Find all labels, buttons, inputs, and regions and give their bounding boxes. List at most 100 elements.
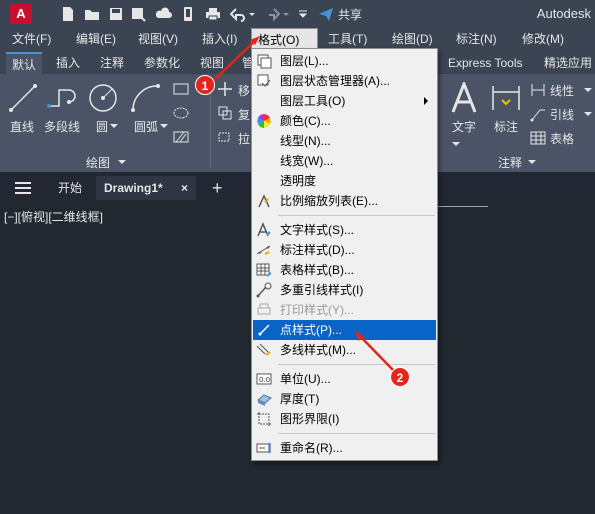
linear-dim-dropdown-icon[interactable] [584, 86, 592, 94]
text-dropdown-icon[interactable] [452, 140, 460, 148]
arc-dropdown-icon[interactable] [160, 122, 168, 130]
tab-annotate[interactable]: 注释 [94, 52, 130, 74]
file-tab-drawing1[interactable]: Drawing1* × [96, 176, 196, 200]
line-icon[interactable] [8, 82, 38, 114]
linear-dim-icon[interactable] [530, 82, 546, 98]
menu-insert[interactable]: 插入(I) [196, 28, 243, 50]
print-icon[interactable] [205, 6, 221, 22]
circle-tool-label[interactable]: 圆 [96, 118, 108, 135]
new-tab-button[interactable]: + [204, 176, 231, 200]
polyline-icon[interactable] [46, 82, 80, 114]
rename-icon [256, 443, 271, 453]
point-style-icon [258, 324, 270, 336]
customize-qa-icon[interactable] [298, 6, 308, 22]
menu-edit[interactable]: 编辑(E) [70, 28, 122, 50]
menu-item-lineweight[interactable]: 线宽(W)... [253, 151, 436, 171]
menu-separator [278, 215, 435, 216]
tab-insert[interactable]: 插入 [50, 52, 86, 74]
menu-item-plot-style[interactable]: 打印样式(Y)... [253, 300, 436, 320]
close-tab-icon[interactable]: × [181, 176, 188, 200]
menu-item-linetype[interactable]: 线型(N)... [253, 131, 436, 151]
circle-icon[interactable] [88, 82, 118, 114]
undo-dropdown-icon[interactable] [248, 6, 256, 22]
menu-item-layer-state[interactable]: 图层状态管理器(A)... [253, 71, 436, 91]
redo-dropdown-icon[interactable] [282, 6, 290, 22]
menu-item-table-style[interactable]: 表格样式(B)... [253, 260, 436, 280]
move-tool-label[interactable]: 移 [238, 82, 250, 99]
limits-icon [257, 412, 271, 426]
menu-hamburger-icon[interactable] [14, 181, 32, 195]
copy-icon[interactable] [218, 106, 232, 120]
menu-item-layer-tools[interactable]: 图层工具(O) [253, 91, 436, 111]
undo-icon[interactable] [230, 6, 246, 22]
menu-item-color[interactable]: 颜色(C)... [253, 111, 436, 131]
save-as-icon[interactable] [130, 6, 146, 22]
text-tool-icon[interactable] [450, 82, 478, 114]
menu-view[interactable]: 视图(V) [132, 28, 184, 50]
save-icon[interactable] [108, 6, 124, 22]
color-wheel-icon [257, 114, 271, 128]
polyline-tool-label[interactable]: 多段线 [44, 118, 80, 135]
arc-icon[interactable] [130, 82, 162, 114]
menu-item-text-style[interactable]: 文字样式(S)... [253, 220, 436, 240]
linear-dim-label[interactable]: 线性 [550, 82, 574, 99]
format-menu-dropdown: 图层(L)... 图层状态管理器(A)... 图层工具(O) 颜色(C)... … [251, 48, 438, 461]
tab-express-tools[interactable]: Express Tools [442, 52, 528, 74]
menu-item-rename[interactable]: 重命名(R)... [253, 438, 436, 458]
menu-modify[interactable]: 修改(M) [516, 28, 570, 50]
app-name: Autodesk [536, 6, 591, 21]
stretch-icon[interactable] [218, 130, 232, 144]
text-tool-label[interactable]: 文字 [452, 118, 476, 135]
leader-dropdown-icon[interactable] [584, 110, 592, 118]
mline-style-icon [256, 343, 271, 356]
menu-tools[interactable]: 工具(T) [322, 28, 373, 50]
tab-featured-apps[interactable]: 精选应用 [538, 52, 595, 74]
draw-panel-expand-icon[interactable] [118, 158, 126, 166]
menu-item-layer[interactable]: 图层(L)... [253, 51, 436, 71]
open-folder-icon[interactable] [84, 6, 100, 22]
table-icon[interactable] [530, 130, 546, 146]
cloud-save-icon[interactable] [156, 6, 172, 22]
step-badge-1: 1 [195, 75, 215, 95]
file-tab-start[interactable]: 开始 [50, 176, 90, 200]
menu-separator [278, 364, 435, 365]
menu-item-limits[interactable]: 图形界限(I) [253, 409, 436, 429]
viewport-controls-label[interactable]: [−][俯视][二维线框] [4, 208, 103, 225]
leader-label[interactable]: 引线 [550, 106, 574, 123]
crosshair-line [438, 206, 488, 207]
ellipse-icon[interactable] [172, 106, 190, 120]
dimension-tool-label[interactable]: 标注 [494, 118, 518, 135]
tab-parametric[interactable]: 参数化 [138, 52, 186, 74]
menu-dimension[interactable]: 标注(N) [450, 28, 503, 50]
line-tool-label[interactable]: 直线 [10, 118, 34, 135]
copy-tool-label[interactable]: 复 [238, 106, 250, 123]
menu-file[interactable]: 文件(F) [6, 28, 57, 50]
annotation-panel-expand-icon[interactable] [528, 158, 536, 166]
tab-view[interactable]: 视图 [194, 52, 230, 74]
menu-item-thickness[interactable]: 厚度(T) [253, 389, 436, 409]
menu-item-point-style[interactable]: 点样式(P)... [253, 320, 436, 340]
tab-default[interactable]: 默认 [6, 52, 43, 74]
menu-item-transparency[interactable]: 透明度 [253, 171, 436, 191]
rectangle-icon[interactable] [172, 82, 190, 96]
web-mobile-icon[interactable] [180, 6, 196, 22]
table-label[interactable]: 表格 [550, 130, 574, 147]
redo-icon[interactable] [264, 6, 280, 22]
menu-format[interactable]: 格式(O) [251, 28, 318, 50]
menu-item-mline-style[interactable]: 多线样式(M)... [253, 340, 436, 360]
arc-tool-label[interactable]: 圆弧 [134, 118, 158, 135]
move-icon[interactable] [218, 82, 232, 96]
menu-item-dim-style[interactable]: 标注样式(D)... [253, 240, 436, 260]
share-label[interactable]: 共享 [338, 6, 362, 23]
menu-draw[interactable]: 绘图(D) [386, 28, 439, 50]
new-file-icon[interactable] [60, 6, 76, 22]
app-logo[interactable]: A [10, 4, 32, 24]
stretch-tool-label[interactable]: 拉 [238, 130, 250, 147]
menu-item-scale-list[interactable]: 比例缩放列表(E)... [253, 191, 436, 211]
circle-dropdown-icon[interactable] [110, 122, 118, 130]
menu-item-mleader-style[interactable]: 多重引线样式(I) [253, 280, 436, 300]
leader-icon[interactable] [530, 106, 546, 122]
hatch-icon[interactable] [172, 130, 190, 144]
dimension-tool-icon[interactable] [490, 82, 522, 114]
share-icon[interactable] [318, 6, 334, 22]
